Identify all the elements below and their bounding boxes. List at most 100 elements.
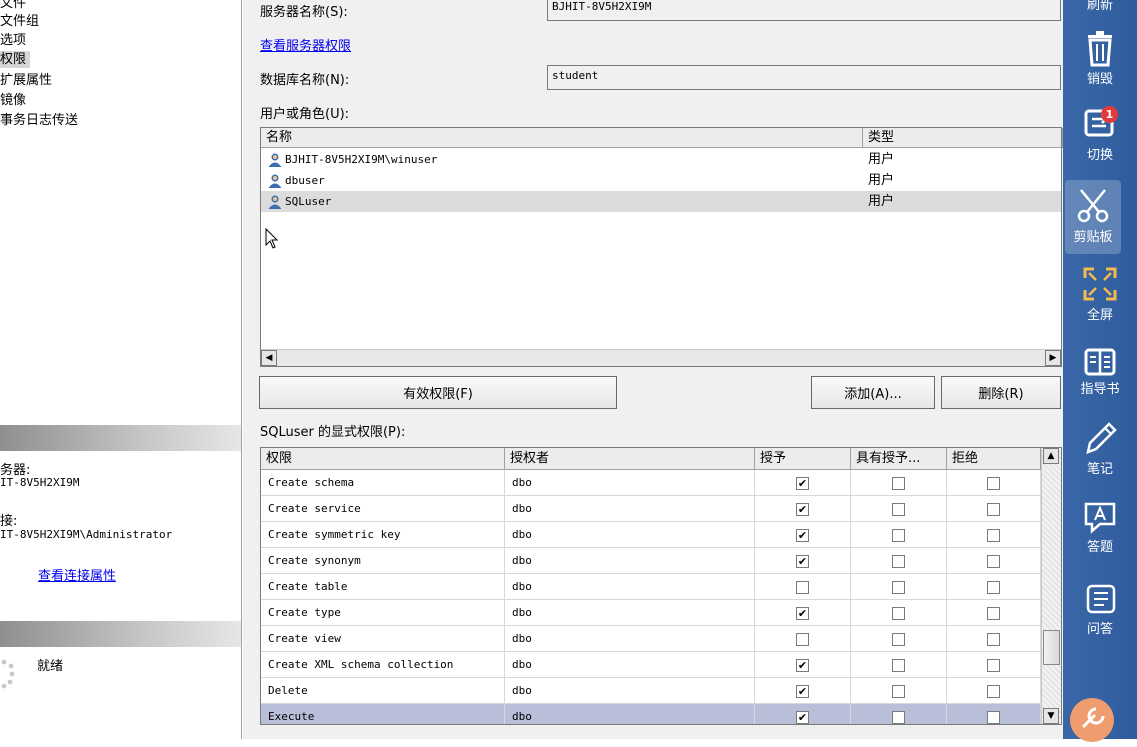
view-connection-properties-link[interactable]: 查看连接属性 [38, 565, 116, 584]
grant-checkbox[interactable] [796, 633, 809, 646]
with-grant-cell [851, 522, 947, 548]
deny-checkbox[interactable] [987, 477, 1000, 490]
with-grant-checkbox[interactable] [892, 529, 905, 542]
grant-checkbox[interactable]: ✔ [796, 711, 809, 724]
notification-badge: 1 [1101, 106, 1118, 123]
grant-checkbox[interactable]: ✔ [796, 503, 809, 516]
user-icon [268, 153, 282, 167]
page-item-extended-properties[interactable]: 扩展属性 [0, 72, 52, 89]
deny-checkbox[interactable] [987, 503, 1000, 516]
deny-checkbox[interactable] [987, 659, 1000, 672]
grant-checkbox[interactable]: ✔ [796, 555, 809, 568]
permission-row[interactable]: Create type dbo ✔ [261, 600, 1041, 626]
with-grant-checkbox[interactable] [892, 607, 905, 620]
deny-cell [947, 626, 1041, 652]
permission-row[interactable]: Create table dbo [261, 574, 1041, 600]
scroll-up-icon[interactable]: ▲ [1043, 448, 1059, 464]
grant-checkbox[interactable]: ✔ [796, 607, 809, 620]
deny-checkbox[interactable] [987, 711, 1000, 724]
col-deny-header[interactable]: 拒绝 [947, 448, 1041, 470]
book-icon [1084, 348, 1116, 376]
permission-name: Create symmetric key [261, 522, 505, 548]
col-grantor-header[interactable]: 授权者 [505, 448, 755, 470]
permission-row[interactable]: Create XML schema collection dbo ✔ [261, 652, 1041, 678]
with-grant-checkbox[interactable] [892, 633, 905, 646]
permission-grantor: dbo [505, 574, 755, 600]
grant-checkbox[interactable]: ✔ [796, 685, 809, 698]
users-horizontal-scrollbar[interactable]: ◀ ▶ [261, 349, 1061, 366]
effective-permissions-button[interactable]: 有效权限(F) [259, 376, 617, 409]
permission-row[interactable]: Create view dbo [261, 626, 1041, 652]
tool-destroy[interactable]: 销毁 [1063, 28, 1137, 87]
user-row[interactable]: BJHIT-8V5H2XI9M\winuser 用户 [261, 149, 1061, 170]
page-item-filegroups[interactable]: 文件组 [0, 13, 39, 30]
tool-fullscreen[interactable]: 全屏 [1063, 264, 1137, 323]
page-item-options[interactable]: 选项 [0, 32, 26, 49]
user-type: 用户 [868, 194, 895, 209]
tools-wrench-icon[interactable] [1069, 697, 1115, 747]
with-grant-cell [851, 548, 947, 574]
permissions-vertical-scrollbar[interactable]: ▲ ▼ [1041, 448, 1061, 724]
deny-cell [947, 470, 1041, 496]
deny-checkbox[interactable] [987, 555, 1000, 568]
col-name-header[interactable]: 名称 [261, 128, 863, 148]
col-permission-header[interactable]: 权限 [261, 448, 505, 470]
page-item-mirroring[interactable]: 镜像 [0, 92, 26, 109]
page-item-files[interactable]: 文件 [0, 0, 26, 12]
with-grant-checkbox[interactable] [892, 711, 905, 724]
scroll-left-icon[interactable]: ◀ [261, 350, 277, 366]
with-grant-checkbox[interactable] [892, 685, 905, 698]
users-roles-grid[interactable]: 名称 类型 BJHIT-8V5H2XI9M\winuser 用户 dbuser 用户 S… [260, 127, 1063, 367]
deny-checkbox[interactable] [987, 581, 1000, 594]
deny-checkbox[interactable] [987, 685, 1000, 698]
page-item-log-shipping[interactable]: 事务日志传送 [0, 112, 78, 129]
users-roles-label: 用户或角色(U): [260, 107, 350, 122]
deny-checkbox[interactable] [987, 633, 1000, 646]
tool-guidebook[interactable]: 指导书 [1063, 346, 1137, 397]
with-grant-checkbox[interactable] [892, 555, 905, 568]
grant-checkbox[interactable]: ✔ [796, 477, 809, 490]
add-button[interactable]: 添加(A)... [811, 376, 935, 409]
with-grant-cell [851, 470, 947, 496]
deny-checkbox[interactable] [987, 529, 1000, 542]
with-grant-checkbox[interactable] [892, 659, 905, 672]
permission-row[interactable]: Create service dbo ✔ [261, 496, 1041, 522]
permission-row[interactable]: Create synonym dbo ✔ [261, 548, 1041, 574]
tool-clipboard[interactable]: 剪贴板 [1065, 180, 1121, 254]
permission-name: Execute [261, 704, 505, 724]
tool-answer[interactable]: 答题 [1063, 496, 1137, 555]
col-type-header[interactable]: 类型 [863, 128, 1063, 148]
scroll-thumb[interactable] [1043, 630, 1060, 665]
with-grant-checkbox[interactable] [892, 503, 905, 516]
tool-fullscreen-label: 全屏 [1086, 308, 1113, 323]
permission-row[interactable]: Execute dbo ✔ [261, 704, 1041, 724]
permission-grantor: dbo [505, 548, 755, 574]
page-item-permissions[interactable]: 权限 [0, 51, 31, 68]
view-server-permissions-link[interactable]: 查看服务器权限 [260, 35, 351, 54]
grant-checkbox[interactable]: ✔ [796, 529, 809, 542]
scroll-down-icon[interactable]: ▼ [1043, 708, 1059, 724]
deny-checkbox[interactable] [987, 607, 1000, 620]
tool-qa[interactable]: 问答 [1063, 578, 1137, 637]
permission-grantor: dbo [505, 496, 755, 522]
user-row[interactable]: SQLuser 用户 [261, 191, 1061, 212]
grant-checkbox[interactable]: ✔ [796, 659, 809, 672]
scroll-right-icon[interactable]: ▶ [1045, 350, 1061, 366]
remove-button[interactable]: 删除(R) [941, 376, 1061, 409]
with-grant-checkbox[interactable] [892, 477, 905, 490]
user-name: SQLuser [285, 195, 332, 208]
grant-cell: ✔ [755, 548, 851, 574]
tool-refresh[interactable]: 刷新 [1063, 0, 1137, 13]
tool-notes[interactable]: 笔记 [1063, 418, 1137, 477]
col-grant-header[interactable]: 授予 [755, 448, 851, 470]
permissions-grid[interactable]: 权限 授权者 授予 具有授予... 拒绝 Create schema dbo ✔ Cr… [260, 447, 1062, 725]
left-pane: 文件 文件组 选项 权限 扩展属性 镜像 事务日志传送 务器: IT-8V5H2… [0, 0, 242, 739]
tool-switch[interactable]: 1 切换 [1063, 104, 1137, 163]
grant-checkbox[interactable] [796, 581, 809, 594]
col-with-grant-header[interactable]: 具有授予... [851, 448, 947, 470]
with-grant-checkbox[interactable] [892, 581, 905, 594]
permission-row[interactable]: Delete dbo ✔ [261, 678, 1041, 704]
user-row[interactable]: dbuser 用户 [261, 170, 1061, 191]
permission-row[interactable]: Create schema dbo ✔ [261, 470, 1041, 496]
permission-row[interactable]: Create symmetric key dbo ✔ [261, 522, 1041, 548]
